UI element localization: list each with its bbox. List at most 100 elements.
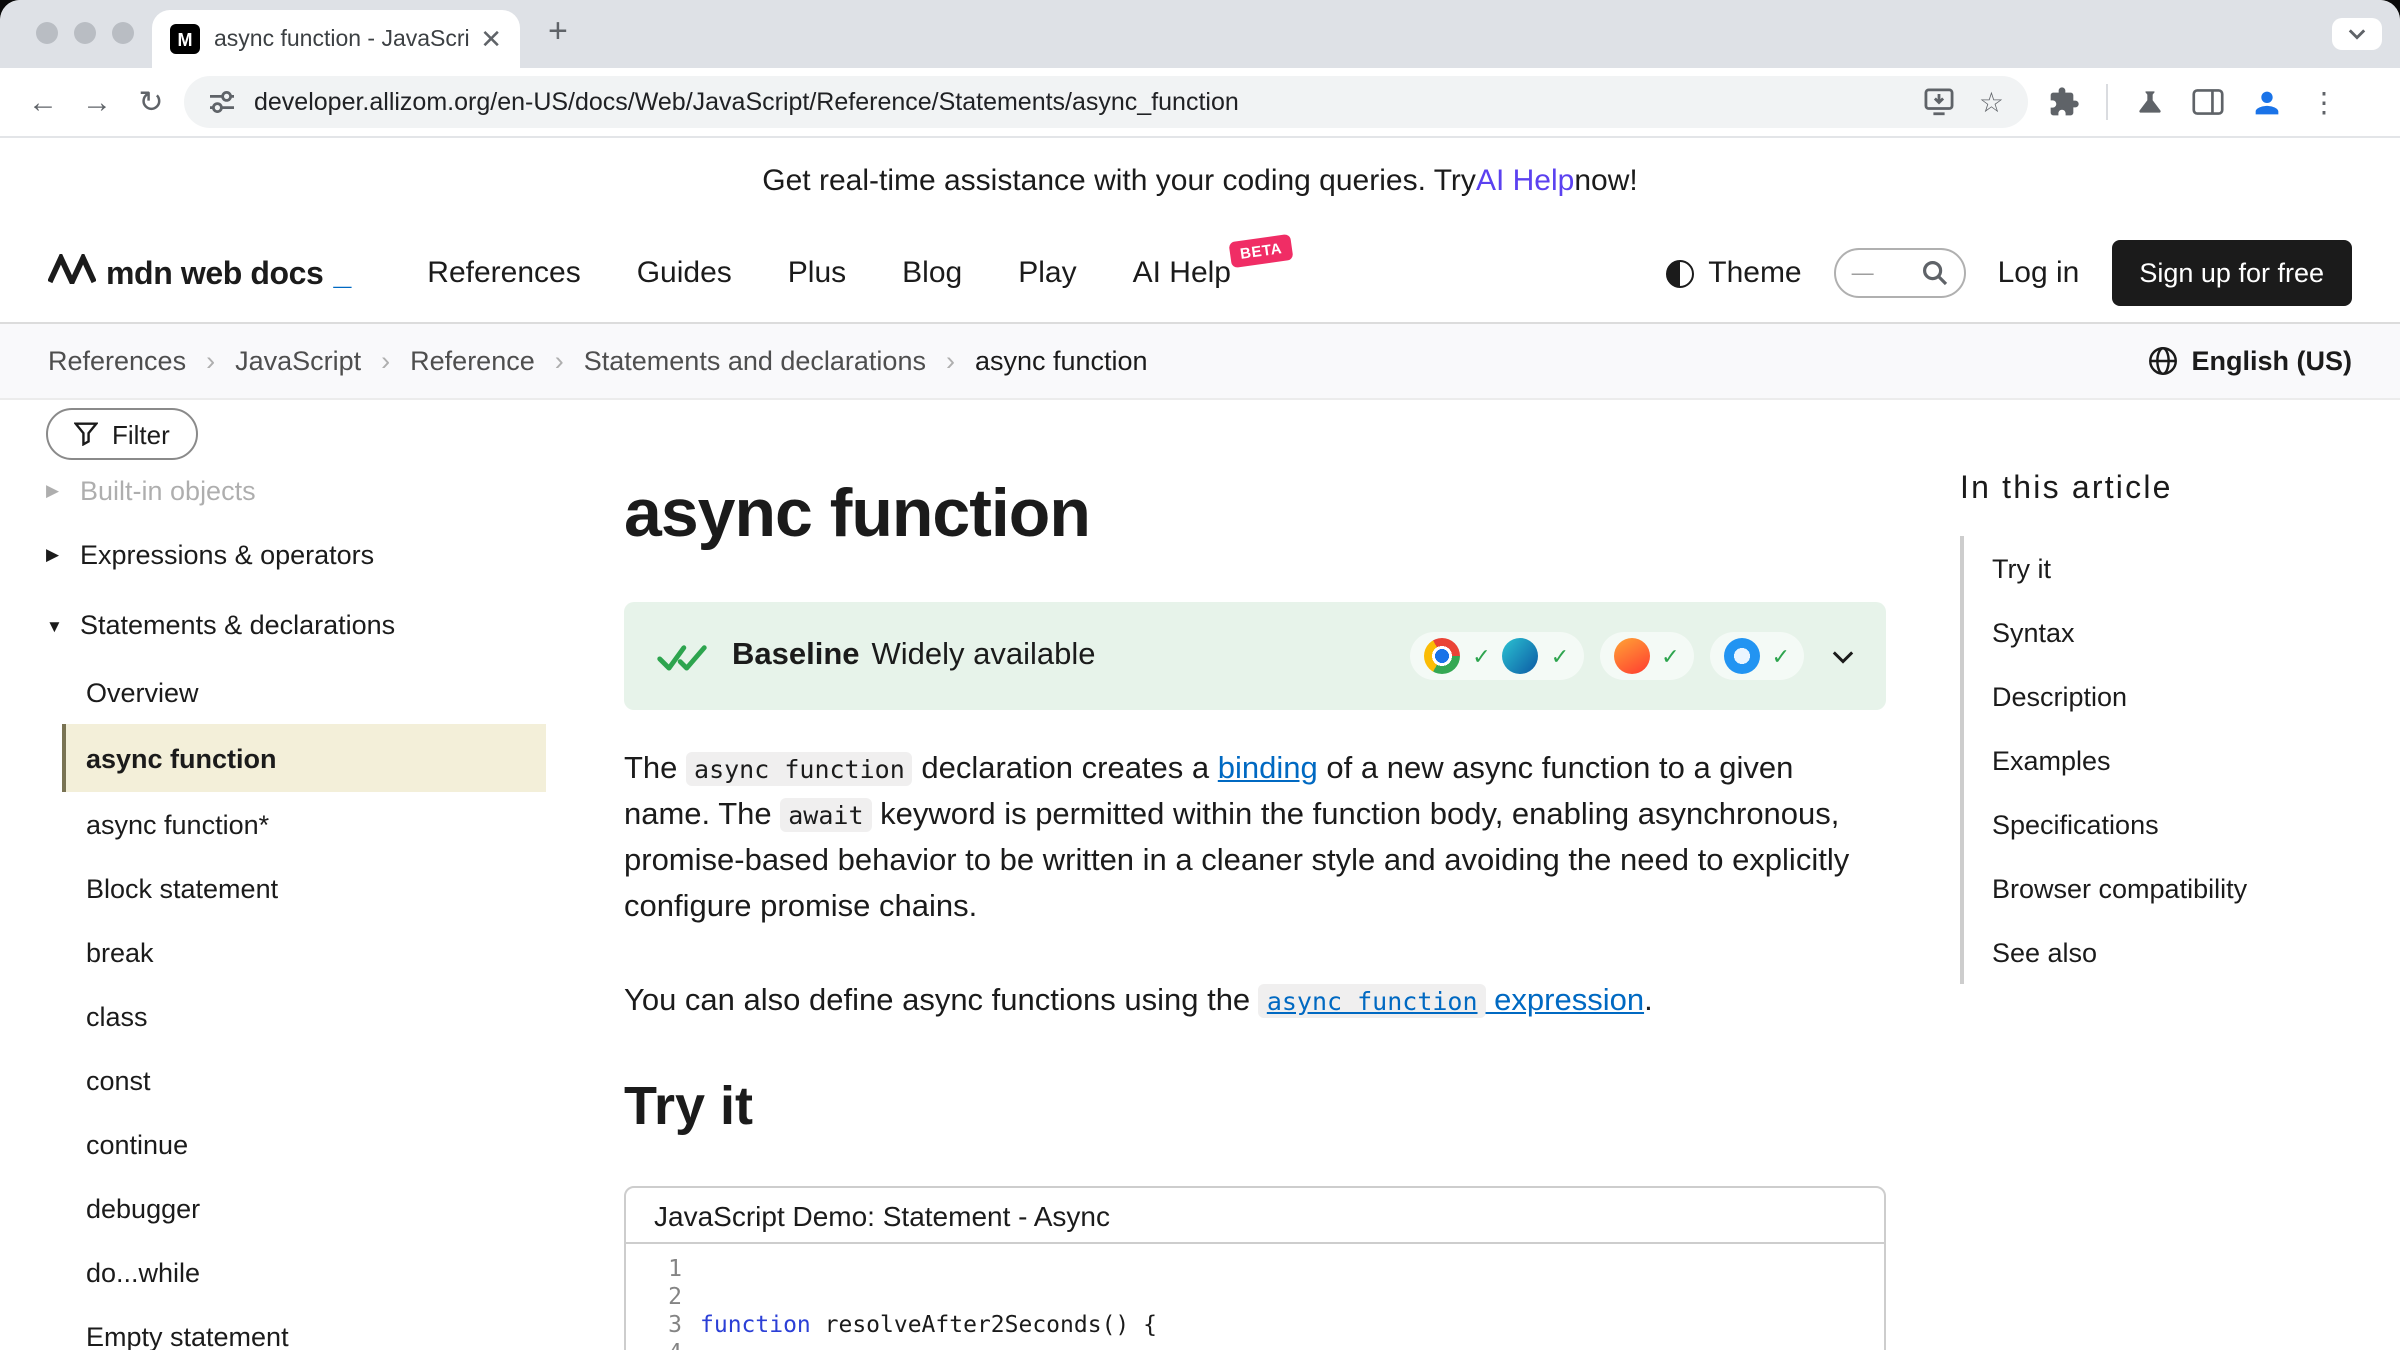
nav-item-ai-help[interactable]: AI Help BETA	[1133, 256, 1231, 290]
sidebar-item-label: Expressions & operators	[80, 540, 374, 570]
line-number: 4	[626, 1338, 682, 1350]
chevron-down-icon	[2348, 28, 2366, 40]
breadcrumb-separator: ›	[946, 346, 955, 376]
chromium-support-group: ✓ ✓	[1410, 632, 1583, 680]
close-tab-icon[interactable]: ✕	[480, 26, 502, 52]
address-bar[interactable]: developer.allizom.org/en-US/docs/Web/Jav…	[184, 76, 2028, 128]
browser-menu-icon[interactable]: ⋮	[2310, 85, 2338, 119]
inline-code-await: await	[780, 798, 871, 832]
breadcrumb-javascript[interactable]: JavaScript	[235, 346, 361, 376]
beta-badge: BETA	[1229, 234, 1294, 268]
firefox-supported-check-icon: ✓	[1661, 643, 1679, 669]
sidebar-item-expressions-operators[interactable]: ▶ Expressions & operators	[46, 520, 580, 590]
nav-item-references[interactable]: References	[427, 256, 580, 290]
expander-open-icon[interactable]: ▼	[46, 615, 68, 635]
promo-text-after: now!	[1574, 164, 1637, 198]
toc-item-browser-compatibility[interactable]: Browser compatibility	[1992, 856, 2370, 920]
install-app-icon[interactable]	[1925, 88, 1955, 116]
safari-icon	[1724, 638, 1760, 674]
expander-closed-icon[interactable]: ▶	[46, 544, 68, 566]
sidebar-item-class[interactable]: class	[62, 984, 546, 1048]
browser-tab-strip: M async function - JavaScript | ✕ +	[0, 0, 2400, 68]
forward-button[interactable]: →	[70, 85, 124, 119]
intro-paragraph: The async function declaration creates a…	[624, 746, 1886, 930]
toc-item-specifications[interactable]: Specifications	[1992, 792, 2370, 856]
nav-item-blog[interactable]: Blog	[902, 256, 962, 290]
sidebar-item-break[interactable]: break	[62, 920, 546, 984]
baseline-expand-chevron-icon[interactable]	[1832, 649, 1854, 663]
sidebar-item-label: Overview	[86, 677, 199, 707]
sidebar-item-label: async function*	[86, 809, 269, 839]
filter-button[interactable]: Filter	[46, 408, 198, 460]
breadcrumb-reference[interactable]: Reference	[410, 346, 535, 376]
tab-search-button[interactable]	[2332, 18, 2382, 50]
sidebar-item-debugger[interactable]: debugger	[62, 1176, 546, 1240]
sidebar-item-label: Built-in objects	[80, 475, 256, 505]
baseline-text: BaselineWidely available	[732, 638, 1096, 674]
login-link[interactable]: Log in	[1998, 256, 2080, 290]
binding-link[interactable]: binding	[1218, 752, 1318, 786]
browser-tab[interactable]: M async function - JavaScript | ✕	[152, 10, 520, 68]
firefox-icon	[1613, 638, 1649, 674]
sidebar-item-async-function-star[interactable]: async function*	[62, 792, 546, 856]
code-lines[interactable]: function resolveAfter2Seconds() { return…	[700, 1254, 1185, 1350]
sidebar-item-statements-declarations[interactable]: ▼ Statements & declarations	[46, 590, 580, 660]
inline-code-async-function-expression: async function	[1259, 984, 1486, 1018]
close-window-button[interactable]	[36, 22, 58, 44]
url-text[interactable]: developer.allizom.org/en-US/docs/Web/Jav…	[254, 88, 1899, 116]
sidebar-item-label: Statements & declarations	[80, 610, 395, 640]
baseline-status-widget[interactable]: BaselineWidely available ✓ ✓ ✓	[624, 602, 1886, 710]
window-controls	[36, 22, 134, 44]
sidebar-item-continue[interactable]: continue	[62, 1112, 546, 1176]
demo-code-editor[interactable]: 1 2 3 4 5 6 function resolveAfter2Second…	[626, 1244, 1884, 1350]
sidebar-item-overview[interactable]: Overview	[62, 660, 546, 724]
demo-title: JavaScript Demo: Statement - Async	[626, 1188, 1884, 1244]
safari-supported-check-icon: ✓	[1772, 643, 1790, 669]
sidebar-item-label: break	[86, 937, 154, 967]
chrome-supported-check-icon: ✓	[1472, 643, 1490, 669]
toc-item-see-also[interactable]: See also	[1992, 920, 2370, 984]
breadcrumb-statements[interactable]: Statements and declarations	[584, 346, 926, 376]
nav-item-guides[interactable]: Guides	[637, 256, 732, 290]
extensions-icon[interactable]	[2048, 86, 2080, 118]
bookmark-star-icon[interactable]: ☆	[1979, 85, 2004, 119]
maximize-window-button[interactable]	[112, 22, 134, 44]
async-function-expression-link[interactable]: async function expression	[1259, 984, 1644, 1018]
new-tab-button[interactable]: +	[548, 14, 568, 48]
sidebar-item-label: const	[86, 1065, 151, 1095]
ai-help-promo-link[interactable]: AI Help	[1476, 164, 1574, 198]
toc-item-description[interactable]: Description	[1992, 664, 2370, 728]
breadcrumb-separator: ›	[206, 346, 215, 376]
profile-avatar-icon[interactable]	[2250, 85, 2284, 119]
sidebar-item-built-in-objects[interactable]: ▶ Built-in objects	[46, 460, 580, 520]
nav-item-plus[interactable]: Plus	[788, 256, 846, 290]
toc-item-try-it[interactable]: Try it	[1992, 536, 2370, 600]
minimize-window-button[interactable]	[74, 22, 96, 44]
reload-button[interactable]: ↻	[124, 84, 178, 120]
side-panel-icon[interactable]	[2192, 88, 2224, 116]
safari-support-group: ✓	[1710, 632, 1804, 680]
experiments-flask-icon[interactable]	[2134, 86, 2166, 118]
theme-toggle[interactable]: Theme	[1666, 256, 1801, 290]
expander-closed-icon[interactable]: ▶	[46, 479, 68, 501]
site-search-input[interactable]: —	[1834, 248, 1966, 298]
site-info-icon[interactable]	[208, 88, 236, 116]
code-line: function resolveAfter2Seconds() {	[700, 1310, 1185, 1338]
edge-supported-check-icon: ✓	[1551, 643, 1569, 669]
sidebar-item-const[interactable]: const	[62, 1048, 546, 1112]
toc-item-examples[interactable]: Examples	[1992, 728, 2370, 792]
mdn-logo-cursor: _	[333, 257, 351, 293]
sidebar-item-async-function-current[interactable]: async function	[62, 724, 546, 792]
back-button[interactable]: ←	[16, 85, 70, 119]
toc-item-syntax[interactable]: Syntax	[1992, 600, 2370, 664]
sidebar-item-empty-statement[interactable]: Empty statement	[62, 1304, 546, 1350]
toolbar-right-icons: ⋮	[2048, 84, 2338, 120]
breadcrumb-references[interactable]: References	[48, 346, 186, 376]
sidebar-item-do-while[interactable]: do...while	[62, 1240, 546, 1304]
mdn-logo[interactable]: mdn web docs _	[48, 253, 351, 293]
language-switcher[interactable]: English (US)	[2148, 346, 2353, 376]
baseline-label: Baseline	[732, 638, 860, 672]
signup-button[interactable]: Sign up for free	[2111, 240, 2352, 306]
sidebar-item-block-statement[interactable]: Block statement	[62, 856, 546, 920]
nav-item-play[interactable]: Play	[1018, 256, 1076, 290]
